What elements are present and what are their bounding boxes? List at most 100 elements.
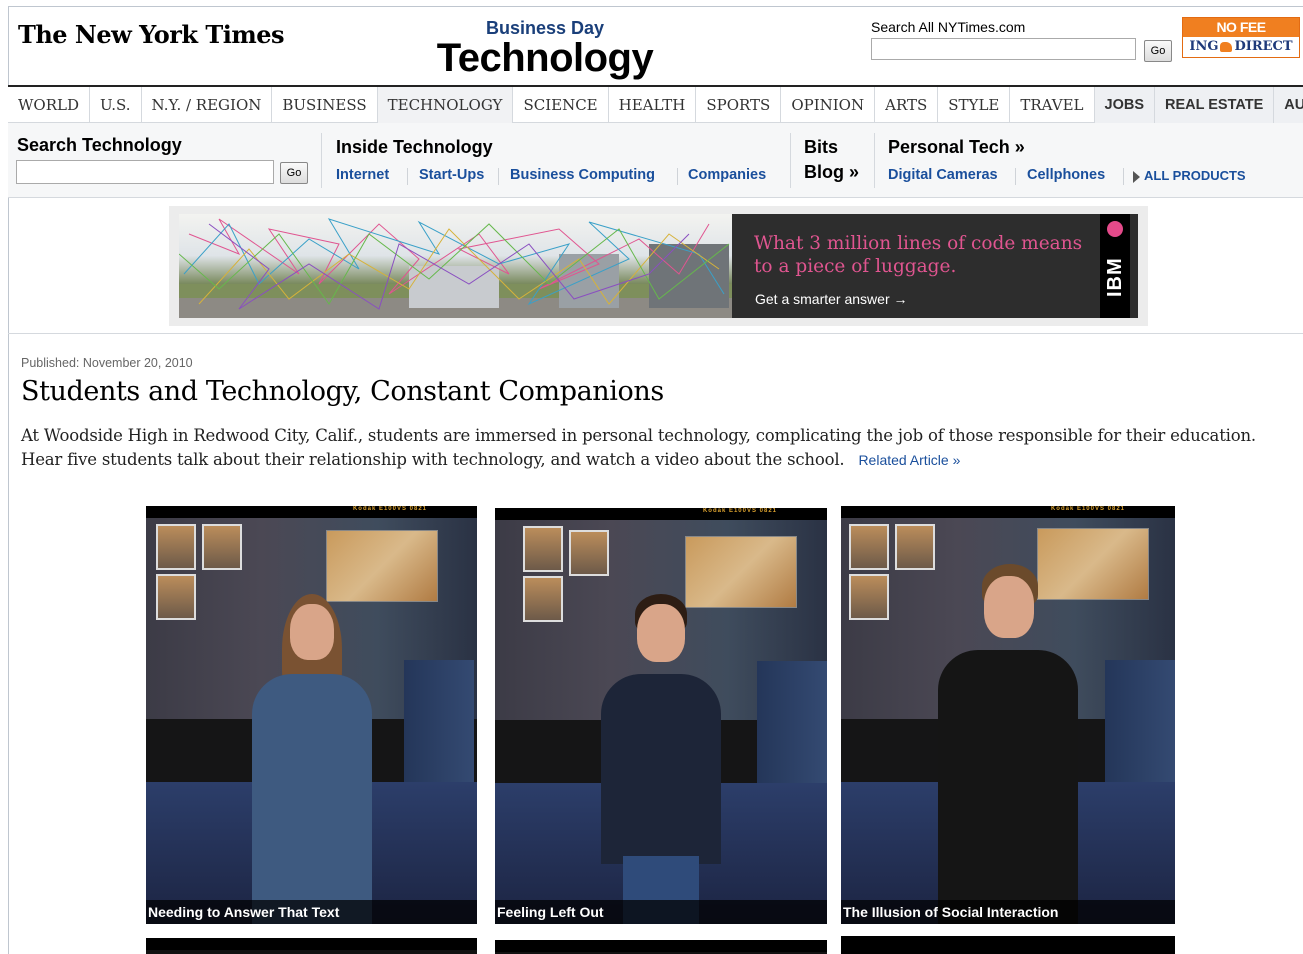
- section-sub-nav: Search Technology Go Inside Technology I…: [8, 123, 1303, 198]
- ing-ad-brand-right: DIRECT: [1234, 39, 1293, 54]
- bits-blog-heading-line1[interactable]: Bits: [804, 137, 838, 158]
- nav-item-real-estate[interactable]: REAL ESTATE: [1155, 87, 1275, 123]
- wall-poster: [523, 526, 563, 572]
- student-photo-2[interactable]: Kodak E100VS 0821 Feeling Left Out: [495, 508, 827, 924]
- related-article-link[interactable]: Related Article »: [858, 452, 960, 468]
- film-strip-edge: [146, 938, 477, 950]
- student-photo-1[interactable]: Kodak E100VS 0821 Needing to Answer That…: [146, 506, 477, 924]
- student-hoodie: [938, 650, 1078, 924]
- link-separator: [1123, 168, 1124, 185]
- nav-item-world[interactable]: WORLD: [8, 87, 90, 123]
- wall-poster: [849, 524, 889, 570]
- all-products-link[interactable]: ALL PRODUCTS: [1133, 168, 1246, 183]
- student-face: [637, 604, 685, 662]
- article-title: Students and Technology, Constant Compan…: [21, 376, 664, 407]
- ing-ad-brand: ING DIRECT: [1183, 37, 1299, 57]
- nav-item-arts[interactable]: ARTS: [875, 87, 939, 123]
- student-photo-3[interactable]: Kodak E100VS 0821 The Illusion of Social…: [841, 506, 1175, 924]
- sub-nav-link-internet[interactable]: Internet: [336, 167, 389, 183]
- student-photo-5-partial[interactable]: [495, 940, 827, 954]
- sub-nav-link-digital-cameras[interactable]: Digital Cameras: [888, 167, 998, 183]
- nav-item-ny-region[interactable]: N.Y. / REGION: [142, 87, 273, 123]
- ad-scribble-graphic: [179, 218, 732, 318]
- sub-nav-link-cellphones[interactable]: Cellphones: [1027, 167, 1105, 183]
- site-search-go-button[interactable]: Go: [1144, 40, 1172, 62]
- personal-tech-heading[interactable]: Personal Tech »: [888, 137, 1025, 158]
- link-separator: [1015, 168, 1016, 185]
- site-search-input[interactable]: [871, 38, 1136, 60]
- photo-caption[interactable]: Feeling Left Out: [497, 904, 604, 920]
- student-figure: [251, 584, 372, 924]
- film-strip-edge: Kodak E100VS 0821: [146, 506, 477, 518]
- nav-item-opinion[interactable]: OPINION: [781, 87, 876, 123]
- ibm-logo-strip: IBM: [1100, 214, 1130, 318]
- main-nav: WORLD U.S. N.Y. / REGION BUSINESS TECHNO…: [8, 85, 1303, 123]
- nav-item-travel[interactable]: TRAVEL: [1010, 87, 1095, 123]
- ad-text-panel: What 3 million lines of code means to a …: [732, 214, 1138, 318]
- sub-nav-link-companies[interactable]: Companies: [688, 167, 766, 183]
- technology-search-go-button[interactable]: Go: [280, 162, 308, 184]
- video-player-partial[interactable]: [841, 936, 1175, 954]
- wall-poster: [156, 524, 196, 570]
- ad-divider: [8, 333, 1303, 334]
- nav-item-science[interactable]: SCIENCE: [513, 87, 609, 123]
- nav-item-autos[interactable]: AUTOS: [1274, 87, 1303, 123]
- wall-poster: [849, 574, 889, 620]
- bits-blog-heading-line2[interactable]: Blog »: [804, 162, 859, 183]
- student-sweater: [601, 674, 721, 864]
- ad-headline: What 3 million lines of code means to a …: [754, 233, 1083, 277]
- film-edge-text: Kodak E100VS 0821: [1050, 506, 1125, 512]
- nav-item-jobs[interactable]: JOBS: [1094, 87, 1155, 123]
- sub-nav-link-business-computing[interactable]: Business Computing: [510, 167, 655, 183]
- link-separator: [677, 168, 678, 185]
- play-triangle-icon: [1133, 170, 1140, 183]
- sub-nav-divider: [790, 133, 791, 188]
- link-separator: [498, 168, 499, 185]
- nyt-logo[interactable]: The New York Times: [18, 20, 285, 49]
- article-summary-text: At Woodside High in Redwood City, Calif.…: [21, 426, 1256, 469]
- ing-direct-ad[interactable]: NO FEE CHECKING ING DIRECT: [1182, 17, 1300, 58]
- nav-item-health[interactable]: HEALTH: [609, 87, 697, 123]
- site-search-label: Search All NYTimes.com: [871, 19, 1026, 35]
- ad-cta-link[interactable]: Get a smarter answer →: [755, 291, 908, 307]
- student-face: [984, 576, 1034, 638]
- published-date: Published: November 20, 2010: [21, 356, 193, 370]
- sub-nav-link-start-ups[interactable]: Start-Ups: [419, 167, 484, 183]
- search-technology-heading: Search Technology: [17, 135, 182, 155]
- student-photo-4-partial[interactable]: [146, 938, 477, 954]
- technology-search-input[interactable]: [16, 160, 274, 184]
- inside-technology-heading[interactable]: Inside Technology: [336, 137, 493, 158]
- film-strip-edge: Kodak E100VS 0821: [841, 506, 1175, 518]
- nav-item-business[interactable]: BUSINESS: [272, 87, 378, 123]
- ing-ad-brand-left: ING: [1189, 39, 1219, 54]
- globe-icon: [1107, 221, 1123, 237]
- sub-nav-divider: [874, 133, 875, 188]
- photo-caption[interactable]: Needing to Answer That Text: [148, 904, 339, 920]
- sub-nav-divider: [321, 133, 322, 188]
- ad-image: [179, 214, 732, 318]
- wall-poster: [569, 530, 609, 576]
- ibm-logo: IBM: [1104, 257, 1126, 297]
- photo-caption[interactable]: The Illusion of Social Interaction: [843, 904, 1058, 920]
- nav-item-style[interactable]: STYLE: [938, 87, 1011, 123]
- section-title[interactable]: Technology: [420, 36, 670, 81]
- nav-item-technology[interactable]: TECHNOLOGY: [377, 87, 514, 123]
- student-face: [289, 604, 334, 660]
- ing-ad-tagline: NO FEE CHECKING: [1183, 18, 1299, 54]
- all-products-label: ALL PRODUCTS: [1144, 168, 1246, 183]
- film-strip-edge: Kodak E100VS 0821: [495, 508, 827, 520]
- wall-poster: [895, 524, 935, 570]
- ing-lion-icon: [1220, 41, 1233, 52]
- nav-item-sports[interactable]: SPORTS: [696, 87, 782, 123]
- student-hoodie: [251, 674, 372, 924]
- link-separator: [407, 168, 408, 185]
- wall-poster: [156, 574, 196, 620]
- film-edge-text: Kodak E100VS 0821: [352, 506, 427, 512]
- film-edge-text: Kodak E100VS 0821: [702, 508, 777, 514]
- wall-poster: [202, 524, 242, 570]
- film-strip-edge: [495, 940, 827, 952]
- nav-item-us[interactable]: U.S.: [90, 87, 142, 123]
- student-figure: [601, 594, 721, 924]
- student-figure: [938, 564, 1078, 924]
- ibm-banner-ad[interactable]: What 3 million lines of code means to a …: [169, 206, 1148, 326]
